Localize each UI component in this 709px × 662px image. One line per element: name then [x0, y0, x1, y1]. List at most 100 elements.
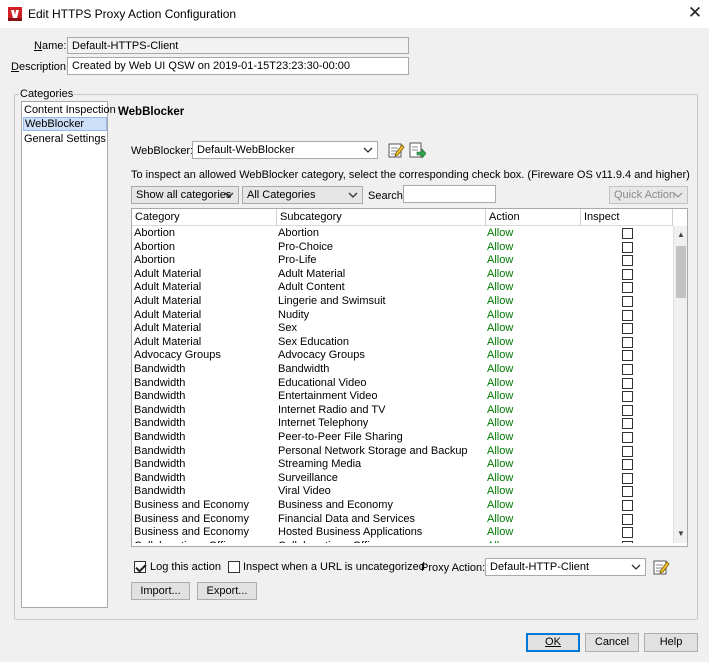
action-cell[interactable]: Allow — [486, 445, 580, 459]
help-button[interactable]: Help — [644, 633, 698, 652]
category-item-content-inspection[interactable]: Content Inspection — [23, 103, 116, 117]
table-row[interactable]: Advocacy Groups Advocacy Groups Allow — [132, 349, 673, 363]
inspect-checkbox[interactable] — [622, 296, 633, 307]
inspect-checkbox[interactable] — [622, 228, 633, 239]
import-button[interactable]: Import... — [131, 582, 190, 600]
action-cell[interactable]: Allow — [486, 309, 580, 323]
inspect-checkbox[interactable] — [622, 418, 633, 430]
action-cell[interactable]: Allow — [486, 513, 580, 527]
action-cell[interactable]: Allow — [486, 431, 580, 445]
table-row[interactable]: Business and Economy Business and Economy… — [132, 499, 673, 513]
action-cell[interactable]: Allow — [486, 281, 580, 295]
action-cell[interactable]: Allow — [486, 322, 580, 336]
name-field[interactable]: Default-HTTPS-Client — [67, 37, 409, 54]
table-row[interactable]: Bandwidth Internet Radio and TV Allow — [132, 404, 673, 418]
table-row[interactable]: Bandwidth Streaming Media Allow — [132, 458, 673, 472]
inspect-checkbox[interactable] — [622, 527, 633, 539]
table-row[interactable]: Bandwidth Bandwidth Allow — [132, 363, 673, 377]
action-cell[interactable]: Allow — [486, 458, 580, 472]
action-cell[interactable]: Allow — [486, 417, 580, 431]
table-row[interactable]: Adult Material Adult Material Allow — [132, 268, 673, 282]
table-row[interactable]: Bandwidth Entertainment Video Allow — [132, 390, 673, 404]
inspect-checkbox[interactable] — [622, 364, 633, 375]
table-row[interactable]: Adult Material Sex Allow — [132, 322, 673, 336]
table-row[interactable]: Bandwidth Peer-to-Peer File Sharing Allow — [132, 431, 673, 445]
inspect-checkbox[interactable] — [622, 336, 633, 348]
table-row[interactable]: Collaboration - OfficeCollaboration - Of… — [132, 540, 673, 543]
search-input[interactable] — [403, 185, 496, 203]
table-row[interactable]: Adult Material Adult Content Allow — [132, 281, 673, 295]
action-cell[interactable]: Allow — [486, 377, 580, 391]
category-item-webblocker[interactable]: WebBlocker — [23, 117, 107, 131]
inspect-checkbox[interactable] — [622, 500, 633, 511]
action-cell[interactable]: Allow — [486, 526, 580, 540]
scroll-up-icon[interactable]: ▲ — [674, 228, 687, 242]
action-cell[interactable]: Allow — [486, 390, 580, 404]
action-cell[interactable]: Allow — [486, 336, 580, 350]
column-header-category[interactable]: Category — [132, 209, 277, 226]
inspect-checkbox[interactable] — [622, 391, 633, 403]
action-cell[interactable]: Allow — [486, 254, 580, 268]
add-icon[interactable] — [408, 141, 426, 159]
edit-icon[interactable] — [387, 141, 405, 159]
scroll-thumb[interactable] — [676, 246, 686, 298]
inspect-checkbox[interactable] — [622, 323, 633, 335]
show-filter-select[interactable]: Show all categories — [131, 186, 239, 204]
inspect-checkbox[interactable] — [622, 255, 633, 267]
table-row[interactable]: Bandwidth Surveillance Allow — [132, 472, 673, 486]
table-row[interactable]: Abortion Pro-Choice Allow — [132, 241, 673, 255]
action-cell[interactable]: Allow — [486, 472, 580, 486]
proxy-action-select[interactable]: Default-HTTP-Client — [485, 558, 646, 576]
table-scrollbar[interactable]: ▲ ▼ — [673, 226, 687, 543]
column-header-action[interactable]: Action — [486, 209, 581, 226]
log-checkbox[interactable] — [134, 561, 146, 573]
action-cell[interactable]: Allow — [486, 404, 580, 418]
export-button[interactable]: Export... — [197, 582, 257, 600]
table-row[interactable]: Adult Material Nudity Allow — [132, 309, 673, 323]
inspect-checkbox[interactable] — [622, 445, 633, 457]
scroll-down-icon[interactable]: ▼ — [674, 527, 687, 541]
webblocker-select[interactable]: Default-WebBlocker — [192, 141, 378, 159]
table-row[interactable]: Adult Material Lingerie and Swimsuit Allow — [132, 295, 673, 309]
inspect-uncategorized-checkbox[interactable] — [228, 561, 240, 573]
inspect-checkbox[interactable] — [622, 513, 633, 525]
table-row[interactable]: Bandwidth Educational Video Allow — [132, 377, 673, 391]
action-cell[interactable]: Allow — [486, 295, 580, 309]
action-cell[interactable]: Allow — [486, 540, 580, 543]
table-row[interactable]: Abortion Pro-Life Allow — [132, 254, 673, 268]
cancel-button[interactable]: Cancel — [585, 633, 639, 652]
inspect-checkbox[interactable] — [622, 540, 633, 543]
action-cell[interactable]: Allow — [486, 485, 580, 499]
table-row[interactable]: Business and Economy Hosted Business Appl… — [132, 526, 673, 540]
action-cell[interactable]: Allow — [486, 268, 580, 282]
table-row[interactable]: Business and Economy Financial Data and S… — [132, 513, 673, 527]
ok-button[interactable]: OK — [526, 633, 580, 652]
action-cell[interactable]: Allow — [486, 227, 580, 241]
inspect-checkbox[interactable] — [622, 282, 633, 294]
inspect-checkbox[interactable] — [622, 459, 633, 471]
category-item-general-settings[interactable]: General Settings — [23, 132, 106, 146]
inspect-checkbox[interactable] — [622, 472, 633, 484]
column-header-inspect[interactable]: Inspect — [581, 209, 673, 226]
inspect-checkbox[interactable] — [622, 377, 633, 389]
table-row[interactable]: Abortion Abortion Allow — [132, 227, 673, 241]
table-row[interactable]: Bandwidth Personal Network Storage and Ba… — [132, 445, 673, 459]
inspect-checkbox[interactable] — [622, 404, 633, 416]
table-row[interactable]: Adult Material Sex Education Allow — [132, 336, 673, 350]
action-cell[interactable]: Allow — [486, 349, 580, 363]
column-header-subcategory[interactable]: Subcategory — [277, 209, 486, 226]
quick-action-select[interactable]: Quick Action — [609, 186, 688, 204]
action-cell[interactable]: Allow — [486, 499, 580, 513]
inspect-checkbox[interactable] — [622, 241, 633, 253]
action-cell[interactable]: Allow — [486, 363, 580, 377]
table-row[interactable]: Bandwidth Viral Video Allow — [132, 485, 673, 499]
category-filter-select[interactable]: All Categories — [242, 186, 363, 204]
edit-icon[interactable] — [652, 558, 670, 576]
description-field[interactable]: Created by Web UI QSW on 2019-01-15T23:2… — [67, 57, 409, 75]
inspect-checkbox[interactable] — [622, 268, 633, 280]
inspect-checkbox[interactable] — [622, 486, 633, 498]
table-row[interactable]: Bandwidth Internet Telephony Allow — [132, 417, 673, 431]
inspect-checkbox[interactable] — [622, 309, 633, 321]
close-icon[interactable]: ✕ — [684, 3, 706, 25]
inspect-checkbox[interactable] — [622, 350, 633, 362]
